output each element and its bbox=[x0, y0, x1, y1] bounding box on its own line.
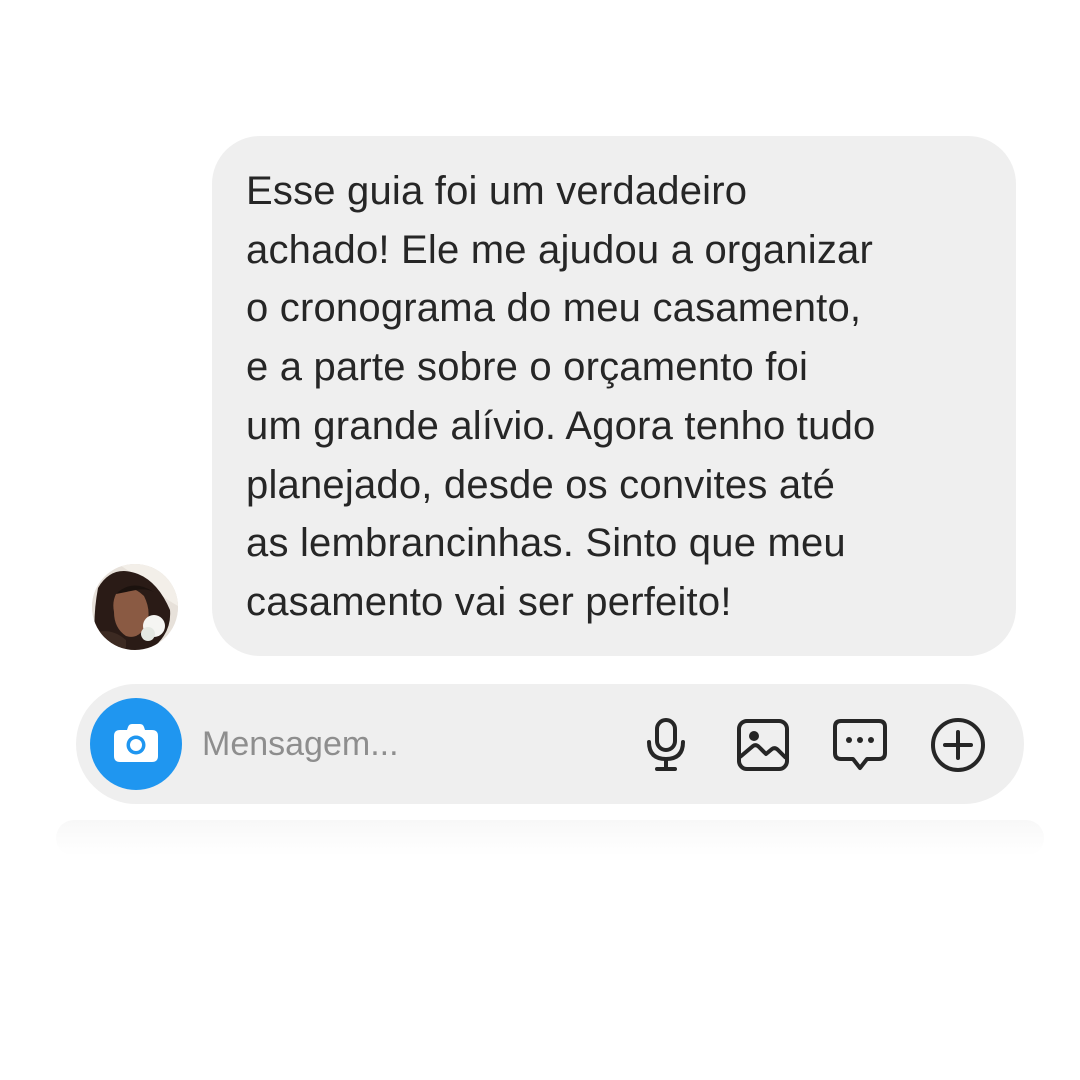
sticker-button[interactable] bbox=[831, 716, 889, 774]
camera-button[interactable] bbox=[90, 698, 182, 790]
message-input[interactable] bbox=[202, 720, 622, 768]
gallery-button[interactable] bbox=[734, 716, 792, 774]
avatar-photo bbox=[92, 564, 178, 650]
more-options-button[interactable] bbox=[929, 716, 987, 774]
voice-message-button[interactable] bbox=[637, 716, 695, 774]
message-text: Esse guia foi um verdadeiro achado! Ele … bbox=[246, 169, 876, 624]
image-icon bbox=[737, 719, 789, 771]
chat-screen: Esse guia foi um verdadeiro achado! Ele … bbox=[0, 0, 1080, 1080]
camera-icon bbox=[114, 724, 158, 762]
composer-shadow bbox=[56, 820, 1044, 856]
sticker-chat-icon bbox=[833, 719, 887, 770]
sender-avatar[interactable] bbox=[92, 564, 178, 650]
microphone-icon bbox=[647, 718, 685, 771]
message-composer bbox=[76, 684, 1024, 804]
message-bubble[interactable]: Esse guia foi um verdadeiro achado! Ele … bbox=[212, 136, 1016, 656]
plus-circle-icon bbox=[931, 718, 985, 772]
